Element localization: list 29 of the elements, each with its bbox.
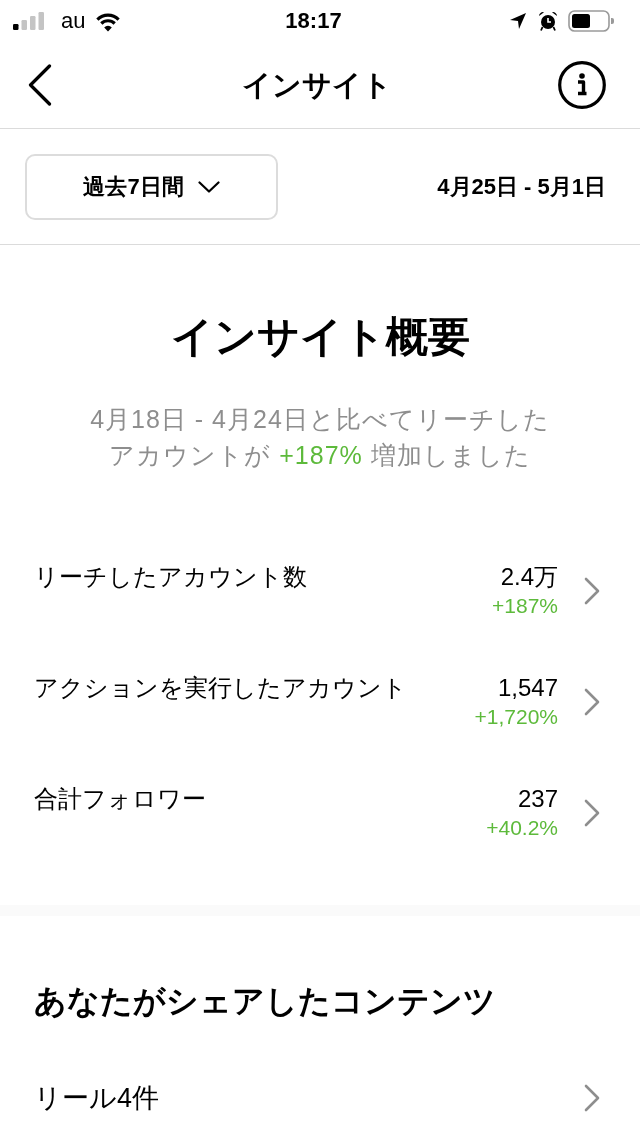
page-title: インサイト [242, 68, 392, 103]
overview-title: インサイト概要 [169, 312, 471, 362]
carrier-name: au [61, 8, 86, 34]
metric-value: 2.4万 [500, 562, 558, 592]
metric-label[interactable]: リーチしたアカウント数 [34, 562, 492, 592]
metric-change: +187% [492, 593, 558, 619]
metric-value: 1,547 [497, 673, 558, 703]
signal-icon [13, 12, 45, 30]
battery-icon [568, 10, 614, 32]
date-range: 4月25日 - 5月1日 [437, 172, 606, 201]
metric-change: +40.2% [486, 815, 558, 841]
chevron-right-icon[interactable] [584, 688, 600, 716]
location-arrow-icon [510, 13, 526, 29]
chevron-right-icon[interactable] [584, 1084, 600, 1112]
metric-value: 237 [517, 784, 558, 814]
alarm-clock-icon [538, 11, 558, 31]
metric-change: +1,720% [474, 704, 558, 730]
content-item-label[interactable]: リール4件 [34, 1080, 160, 1116]
metric-label[interactable]: アクションを実行したアカウント [34, 673, 475, 703]
clock-time: 18:17 [285, 8, 342, 34]
section-heading: あなたがシェアしたコンテンツ [34, 982, 497, 1021]
date-period-dropdown[interactable]: 過去7日間 [25, 153, 278, 220]
chevron-right-icon[interactable] [584, 799, 600, 827]
metric-label[interactable]: 合計フォロワー [34, 784, 487, 814]
back-icon[interactable] [28, 64, 52, 106]
chevron-right-icon[interactable] [584, 577, 600, 605]
caret-down-icon [197, 180, 220, 193]
info-icon[interactable] [558, 61, 606, 109]
comparison-summary: 4月18日 - 4月24日と比べてリーチしたアカウントが +187% 増加しました [89, 404, 551, 471]
